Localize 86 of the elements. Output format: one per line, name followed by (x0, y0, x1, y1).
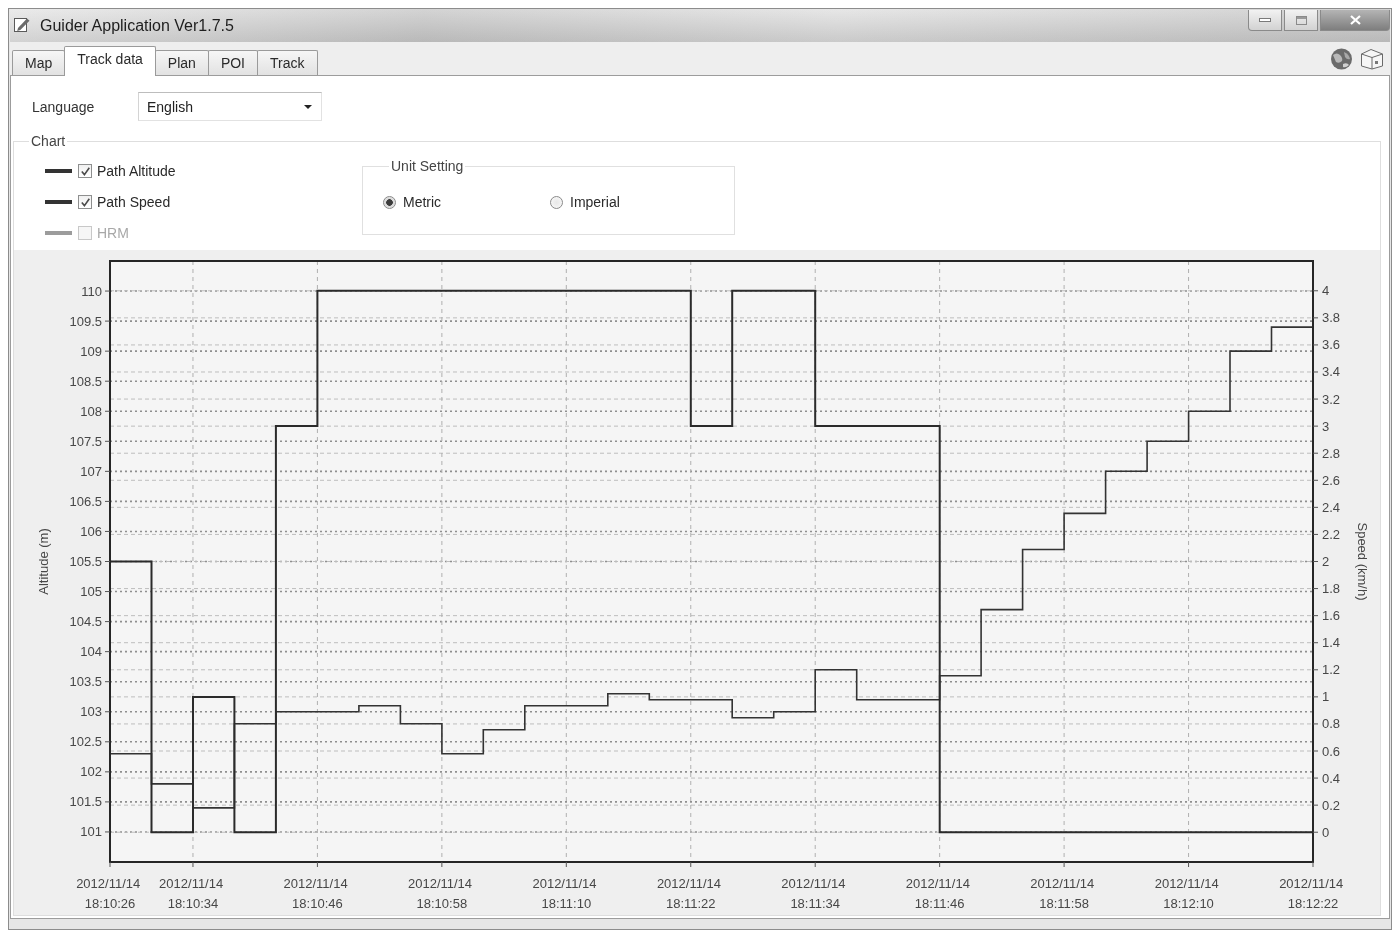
axis-tick-label: 102.5 (69, 734, 102, 750)
axis-tick-label: 2012/11/14 18:10:26 (76, 876, 141, 911)
axis-tick-label: 2012/11/14 18:10:34 (159, 876, 224, 911)
axis-tick-label: 2012/11/14 18:10:46 (283, 876, 348, 911)
minimize-button[interactable] (1248, 10, 1282, 31)
axis-tick-label: 2 (1322, 554, 1330, 569)
note-pencil-icon (14, 16, 30, 32)
globe-button[interactable] (1330, 47, 1353, 70)
tab[interactable]: Track (257, 50, 318, 75)
checkmark-icon (80, 197, 90, 207)
axis-tick-label: 2012/11/14 18:11:22 (656, 876, 721, 911)
axis-tick-label: 2012/11/14 18:12:10 (1154, 876, 1219, 911)
axis-tick-label: 3 (1322, 418, 1330, 434)
axis-tick-label: 104.5 (69, 614, 102, 630)
checkbox[interactable] (78, 164, 92, 178)
axis-tick-label: 107 (80, 463, 102, 479)
tab[interactable]: Map (12, 50, 66, 75)
axis-tick-label: 2012/11/14 18:11:58 (1030, 876, 1095, 911)
axis-tick-label: 109.5 (69, 313, 102, 329)
axis-tick-label: 106 (80, 523, 102, 539)
close-icon (1349, 15, 1361, 25)
checkbox-label: HRM (97, 225, 129, 241)
axis-tick-label: 0.2 (1322, 797, 1341, 813)
axis-tick-label: 108.5 (69, 373, 102, 389)
radio-label: Metric (403, 194, 442, 210)
axis-tick-label: 3.6 (1322, 337, 1341, 353)
minimize-icon (1259, 18, 1271, 22)
axis-tick-label: 2.4 (1322, 499, 1341, 515)
axis-tick-label: 101 (80, 824, 102, 840)
axis-tick-label: 101.5 (69, 794, 102, 810)
radio-button[interactable] (383, 195, 396, 209)
axis-tick-label: 1.8 (1322, 581, 1341, 597)
axis-tick-label: 2012/11/14 18:12:22 (1279, 876, 1344, 911)
axis-tick-label: 1.4 (1322, 635, 1341, 651)
axis-tick-label: 109 (80, 343, 102, 359)
axis-tick-label: 102 (80, 764, 102, 780)
axis-tick-label: 106.5 (69, 493, 102, 509)
tab[interactable]: Plan (154, 50, 209, 75)
maximize-icon (1295, 15, 1307, 25)
close-button[interactable] (1320, 10, 1390, 31)
axis-tick-label: 0.8 (1322, 716, 1341, 732)
axis-tick-label: 105.5 (69, 554, 102, 569)
axis-tick-label: 103.5 (69, 674, 102, 690)
axis-tick-label: 0 (1322, 824, 1330, 840)
axis-tick-label: 3.2 (1322, 391, 1341, 407)
window-title: Guider Application Ver1.7.5 (40, 16, 234, 35)
checkbox-label: Path Speed (97, 194, 171, 210)
axis-title: Speed (km/h) (1355, 522, 1370, 601)
axis-tick-label: 1.6 (1322, 608, 1341, 624)
axis-title: Altitude (m) (36, 528, 51, 595)
tab[interactable]: Track data (64, 46, 156, 76)
axis-tick-label: 1 (1322, 689, 1330, 705)
axis-tick-label: 0.6 (1322, 743, 1341, 759)
box-icon (1360, 47, 1384, 70)
axis-tick-label: 1.2 (1322, 662, 1341, 678)
axis-tick-label: 0.4 (1322, 770, 1341, 786)
axis-tick-label: 2.2 (1322, 526, 1341, 542)
axis-tick-label: 107.5 (69, 433, 102, 449)
globe-icon (1330, 47, 1353, 70)
box-button[interactable] (1360, 47, 1384, 70)
field-label: Language (32, 98, 96, 115)
language-dropdown[interactable]: English (138, 92, 322, 121)
axis-tick-label: 108 (80, 403, 102, 419)
axis-tick-label: 3.8 (1322, 310, 1341, 326)
axis-tick-label: 105 (80, 584, 102, 600)
axis-tick-label: 103 (80, 704, 102, 720)
axis-tick-label: 2012/11/14 18:11:10 (532, 876, 597, 911)
axis-tick-label: 4 (1322, 283, 1330, 299)
axis-tick-label: 2.8 (1322, 445, 1341, 461)
axis-tick-label: 3.4 (1322, 364, 1341, 380)
checkbox[interactable] (78, 195, 92, 209)
axis-tick-label: 110 (81, 283, 102, 299)
group-title: Chart (30, 133, 67, 149)
axis-tick-label: 2012/11/14 18:11:46 (905, 876, 970, 911)
caret-icon (304, 104, 312, 109)
checkbox-label: Path Altitude (97, 163, 176, 179)
checkmark-icon (80, 166, 90, 176)
maximize-button[interactable] (1284, 10, 1318, 31)
axis-tick-label: 2012/11/14 18:10:58 (408, 876, 473, 911)
axis-tick-label: 2012/11/14 18:11:34 (781, 876, 846, 911)
axis-tick-label: 104 (80, 644, 102, 660)
group-title: Unit Setting (390, 158, 465, 174)
tab[interactable]: POI (207, 50, 258, 75)
axis-tick-label: 2.6 (1322, 472, 1341, 488)
radio-button[interactable] (550, 195, 563, 209)
radio-label: Imperial (570, 194, 620, 210)
